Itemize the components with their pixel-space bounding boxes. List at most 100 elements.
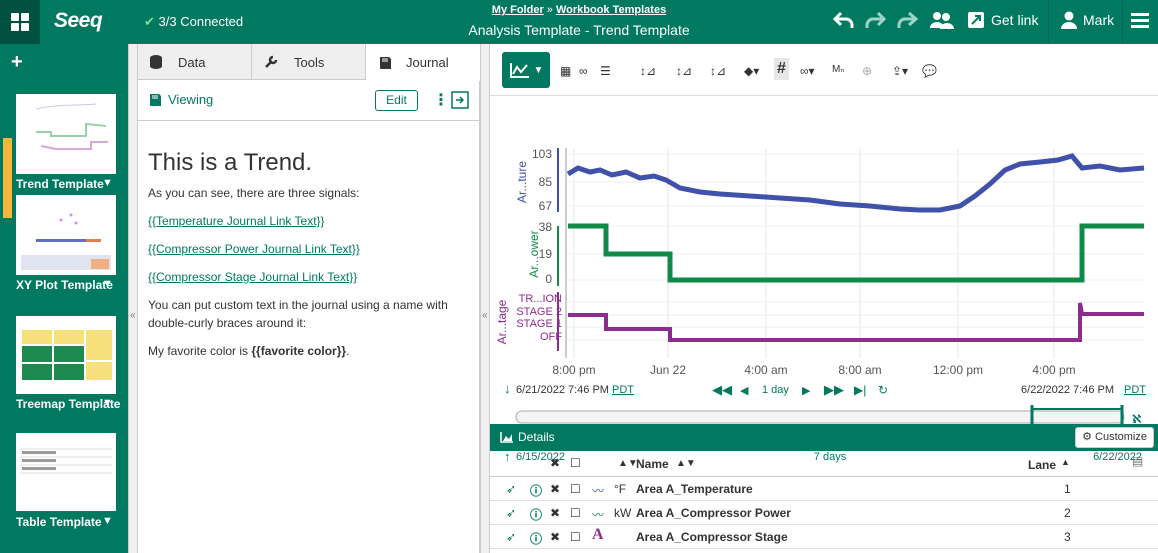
remove-icon[interactable]: ✖ bbox=[550, 482, 560, 496]
item-name[interactable]: Area A_Compressor Power bbox=[636, 506, 791, 520]
tab-tools[interactable]: Tools bbox=[252, 44, 366, 80]
grid-lines-icon[interactable]: # bbox=[774, 58, 789, 80]
sort-up-icon[interactable]: ▲ bbox=[1061, 457, 1070, 467]
export-icon[interactable]: ⇪▾ bbox=[892, 64, 908, 78]
chevron-down-icon[interactable]: ▼ bbox=[102, 177, 113, 189]
share-forward-icon[interactable] bbox=[895, 10, 919, 30]
sort-icon[interactable]: ▲▼ bbox=[618, 458, 638, 469]
start-timezone[interactable]: PDT bbox=[612, 384, 634, 396]
lane-value[interactable]: 3 bbox=[1064, 530, 1071, 544]
remove-all-icon[interactable]: ✖ bbox=[550, 456, 560, 470]
align-axes-icon[interactable]: ↕⊿ bbox=[676, 64, 692, 78]
table-row[interactable]: ➶ ⓘ ✖ ☐ 〰 °F Area A_Temperature 1 bbox=[490, 477, 1158, 501]
temperature-link[interactable]: {{Temperature Journal Link Text}} bbox=[148, 214, 325, 228]
start-time[interactable]: 6/21/2022 7:46 PM bbox=[516, 384, 609, 396]
info-icon[interactable]: ⓘ bbox=[530, 506, 542, 523]
step-size[interactable]: 1 day bbox=[762, 384, 789, 396]
users-icon[interactable] bbox=[929, 10, 955, 32]
tag-icon[interactable]: ◆▾ bbox=[744, 64, 759, 78]
lane3-label[interactable]: Ar...tage bbox=[495, 299, 509, 344]
remove-icon[interactable]: ✖ bbox=[550, 506, 560, 520]
column-lane[interactable]: Lane bbox=[1028, 458, 1056, 472]
tab-data[interactable]: Data bbox=[138, 44, 252, 80]
end-timezone[interactable]: PDT bbox=[1124, 384, 1146, 396]
arrow-down-icon[interactable]: ↓ bbox=[504, 381, 511, 396]
temperature-series[interactable] bbox=[566, 153, 1145, 213]
rocket-icon[interactable]: ➶ bbox=[506, 530, 516, 544]
step-back-icon[interactable]: ◀ bbox=[740, 385, 749, 397]
trend-chart[interactable]: Ar...ture Ar...ower Ar...tage 103 85 67 … bbox=[490, 96, 1158, 476]
worksheet-label[interactable]: Table Template bbox=[16, 513, 102, 531]
worksheet-thumbnail-xy[interactable] bbox=[16, 195, 116, 275]
select-all-checkbox[interactable]: ☐ bbox=[570, 456, 581, 470]
zoom-icon[interactable]: ⊕ bbox=[862, 64, 872, 78]
step-forward-icon[interactable]: ▶ bbox=[802, 385, 811, 397]
compressor-power-series[interactable] bbox=[568, 223, 1144, 283]
get-link-button[interactable]: Get link bbox=[967, 11, 1038, 29]
compressor-power-link[interactable]: {{Compressor Power Journal Link Text}} bbox=[148, 242, 360, 256]
lane1-label[interactable]: Ar...ture bbox=[515, 161, 529, 203]
worksheet-thumbnail-trend[interactable] bbox=[16, 94, 116, 174]
chevron-down-icon[interactable]: ▼ bbox=[102, 278, 113, 290]
signal-wave-icon: 〰 bbox=[592, 508, 605, 522]
collapse-handle[interactable]: « bbox=[480, 44, 490, 553]
custom-labels-icon[interactable]: Mₙ bbox=[832, 64, 844, 75]
annotation-icon[interactable]: 💬 bbox=[922, 64, 937, 78]
chart-type-button[interactable]: ▼ bbox=[502, 52, 550, 88]
remove-icon[interactable]: ✖ bbox=[550, 530, 560, 544]
worksheet-thumbnail-table[interactable] bbox=[16, 433, 116, 511]
calendar-icon[interactable]: ▦ bbox=[560, 64, 571, 78]
end-time[interactable]: 6/22/2022 7:46 PM bbox=[1021, 384, 1114, 396]
chevron-down-icon[interactable]: ▼ bbox=[102, 515, 113, 527]
column-name[interactable]: Name bbox=[636, 457, 669, 471]
table-row[interactable]: ➶ ⓘ ✖ ☐ A Area A_Compressor Stage 3 bbox=[490, 525, 1158, 549]
breadcrumb-templates[interactable]: Workbook Templates bbox=[556, 4, 666, 16]
worksheet-label[interactable]: Trend Template bbox=[16, 175, 104, 193]
expand-panel-icon[interactable] bbox=[451, 91, 469, 109]
info-icon[interactable]: ⓘ bbox=[530, 482, 542, 499]
customize-button[interactable]: ⚙ Customize bbox=[1075, 427, 1154, 448]
compressor-stage-series[interactable] bbox=[568, 302, 1144, 342]
undo-icon[interactable] bbox=[833, 10, 855, 30]
table-row[interactable]: ➶ ⓘ ✖ ☐ 〰 kW Area A_Compressor Power 2 bbox=[490, 501, 1158, 525]
more-options-icon[interactable]: ⋮ bbox=[433, 90, 449, 110]
axis-range-icon[interactable]: ↕⊿ bbox=[710, 64, 726, 78]
add-worksheet-button[interactable]: + bbox=[11, 51, 23, 74]
redo-icon[interactable] bbox=[864, 10, 886, 30]
user-menu[interactable]: Mark bbox=[1061, 11, 1114, 29]
row-checkbox[interactable]: ☐ bbox=[570, 530, 581, 544]
info-icon[interactable]: ⓘ bbox=[530, 530, 542, 547]
tab-label: Journal bbox=[406, 55, 449, 70]
chevron-down-icon[interactable]: ▼ bbox=[102, 397, 113, 409]
hamburger-icon[interactable] bbox=[1131, 13, 1149, 29]
tab-journal[interactable]: Journal bbox=[366, 44, 480, 81]
item-name[interactable]: Area A_Compressor Stage bbox=[636, 530, 788, 544]
table-header: ✖ ☐ ▲▼ Name ▲▼ Lane ▲ ▤ bbox=[490, 451, 1158, 477]
refresh-icon[interactable]: ↻ bbox=[878, 383, 888, 397]
row-checkbox[interactable]: ☐ bbox=[570, 482, 581, 496]
rocket-icon[interactable]: ➶ bbox=[506, 506, 516, 520]
worksheet-label[interactable]: XY Plot Template bbox=[16, 276, 113, 294]
journal-heading: This is a Trend. bbox=[148, 149, 313, 176]
worksheet-thumbnail-treemap[interactable] bbox=[16, 316, 116, 394]
divider bbox=[1122, 0, 1123, 44]
collapse-handle[interactable]: « bbox=[128, 44, 138, 553]
sort-icon[interactable]: ▲▼ bbox=[676, 458, 696, 469]
breadcrumb-folder[interactable]: My Folder bbox=[492, 4, 544, 16]
lane-value[interactable]: 1 bbox=[1064, 482, 1071, 496]
capsules-icon[interactable]: ∞▾ bbox=[800, 64, 815, 78]
item-name[interactable]: Area A_Temperature bbox=[636, 482, 753, 496]
table-view-icon[interactable]: ☰ bbox=[600, 64, 611, 78]
fast-back-icon[interactable]: ◀◀ bbox=[712, 382, 732, 397]
column-config-icon[interactable]: ▤ bbox=[1132, 454, 1143, 468]
x-tick-label: 8:00 pm bbox=[552, 363, 595, 377]
row-checkbox[interactable]: ☐ bbox=[570, 506, 581, 520]
lane-value[interactable]: 2 bbox=[1064, 506, 1071, 520]
align-lanes-icon[interactable]: ↕⊿ bbox=[640, 64, 656, 78]
rocket-icon[interactable]: ➶ bbox=[506, 482, 516, 496]
fast-forward-icon[interactable]: ▶▶ bbox=[824, 382, 844, 397]
skip-end-icon[interactable]: ▶| bbox=[854, 383, 866, 397]
compressor-stage-link[interactable]: {{Compressor Stage Journal Link Text}} bbox=[148, 270, 357, 284]
edit-button[interactable]: Edit bbox=[375, 90, 418, 111]
link-chain-icon[interactable]: ∞ bbox=[579, 64, 588, 78]
